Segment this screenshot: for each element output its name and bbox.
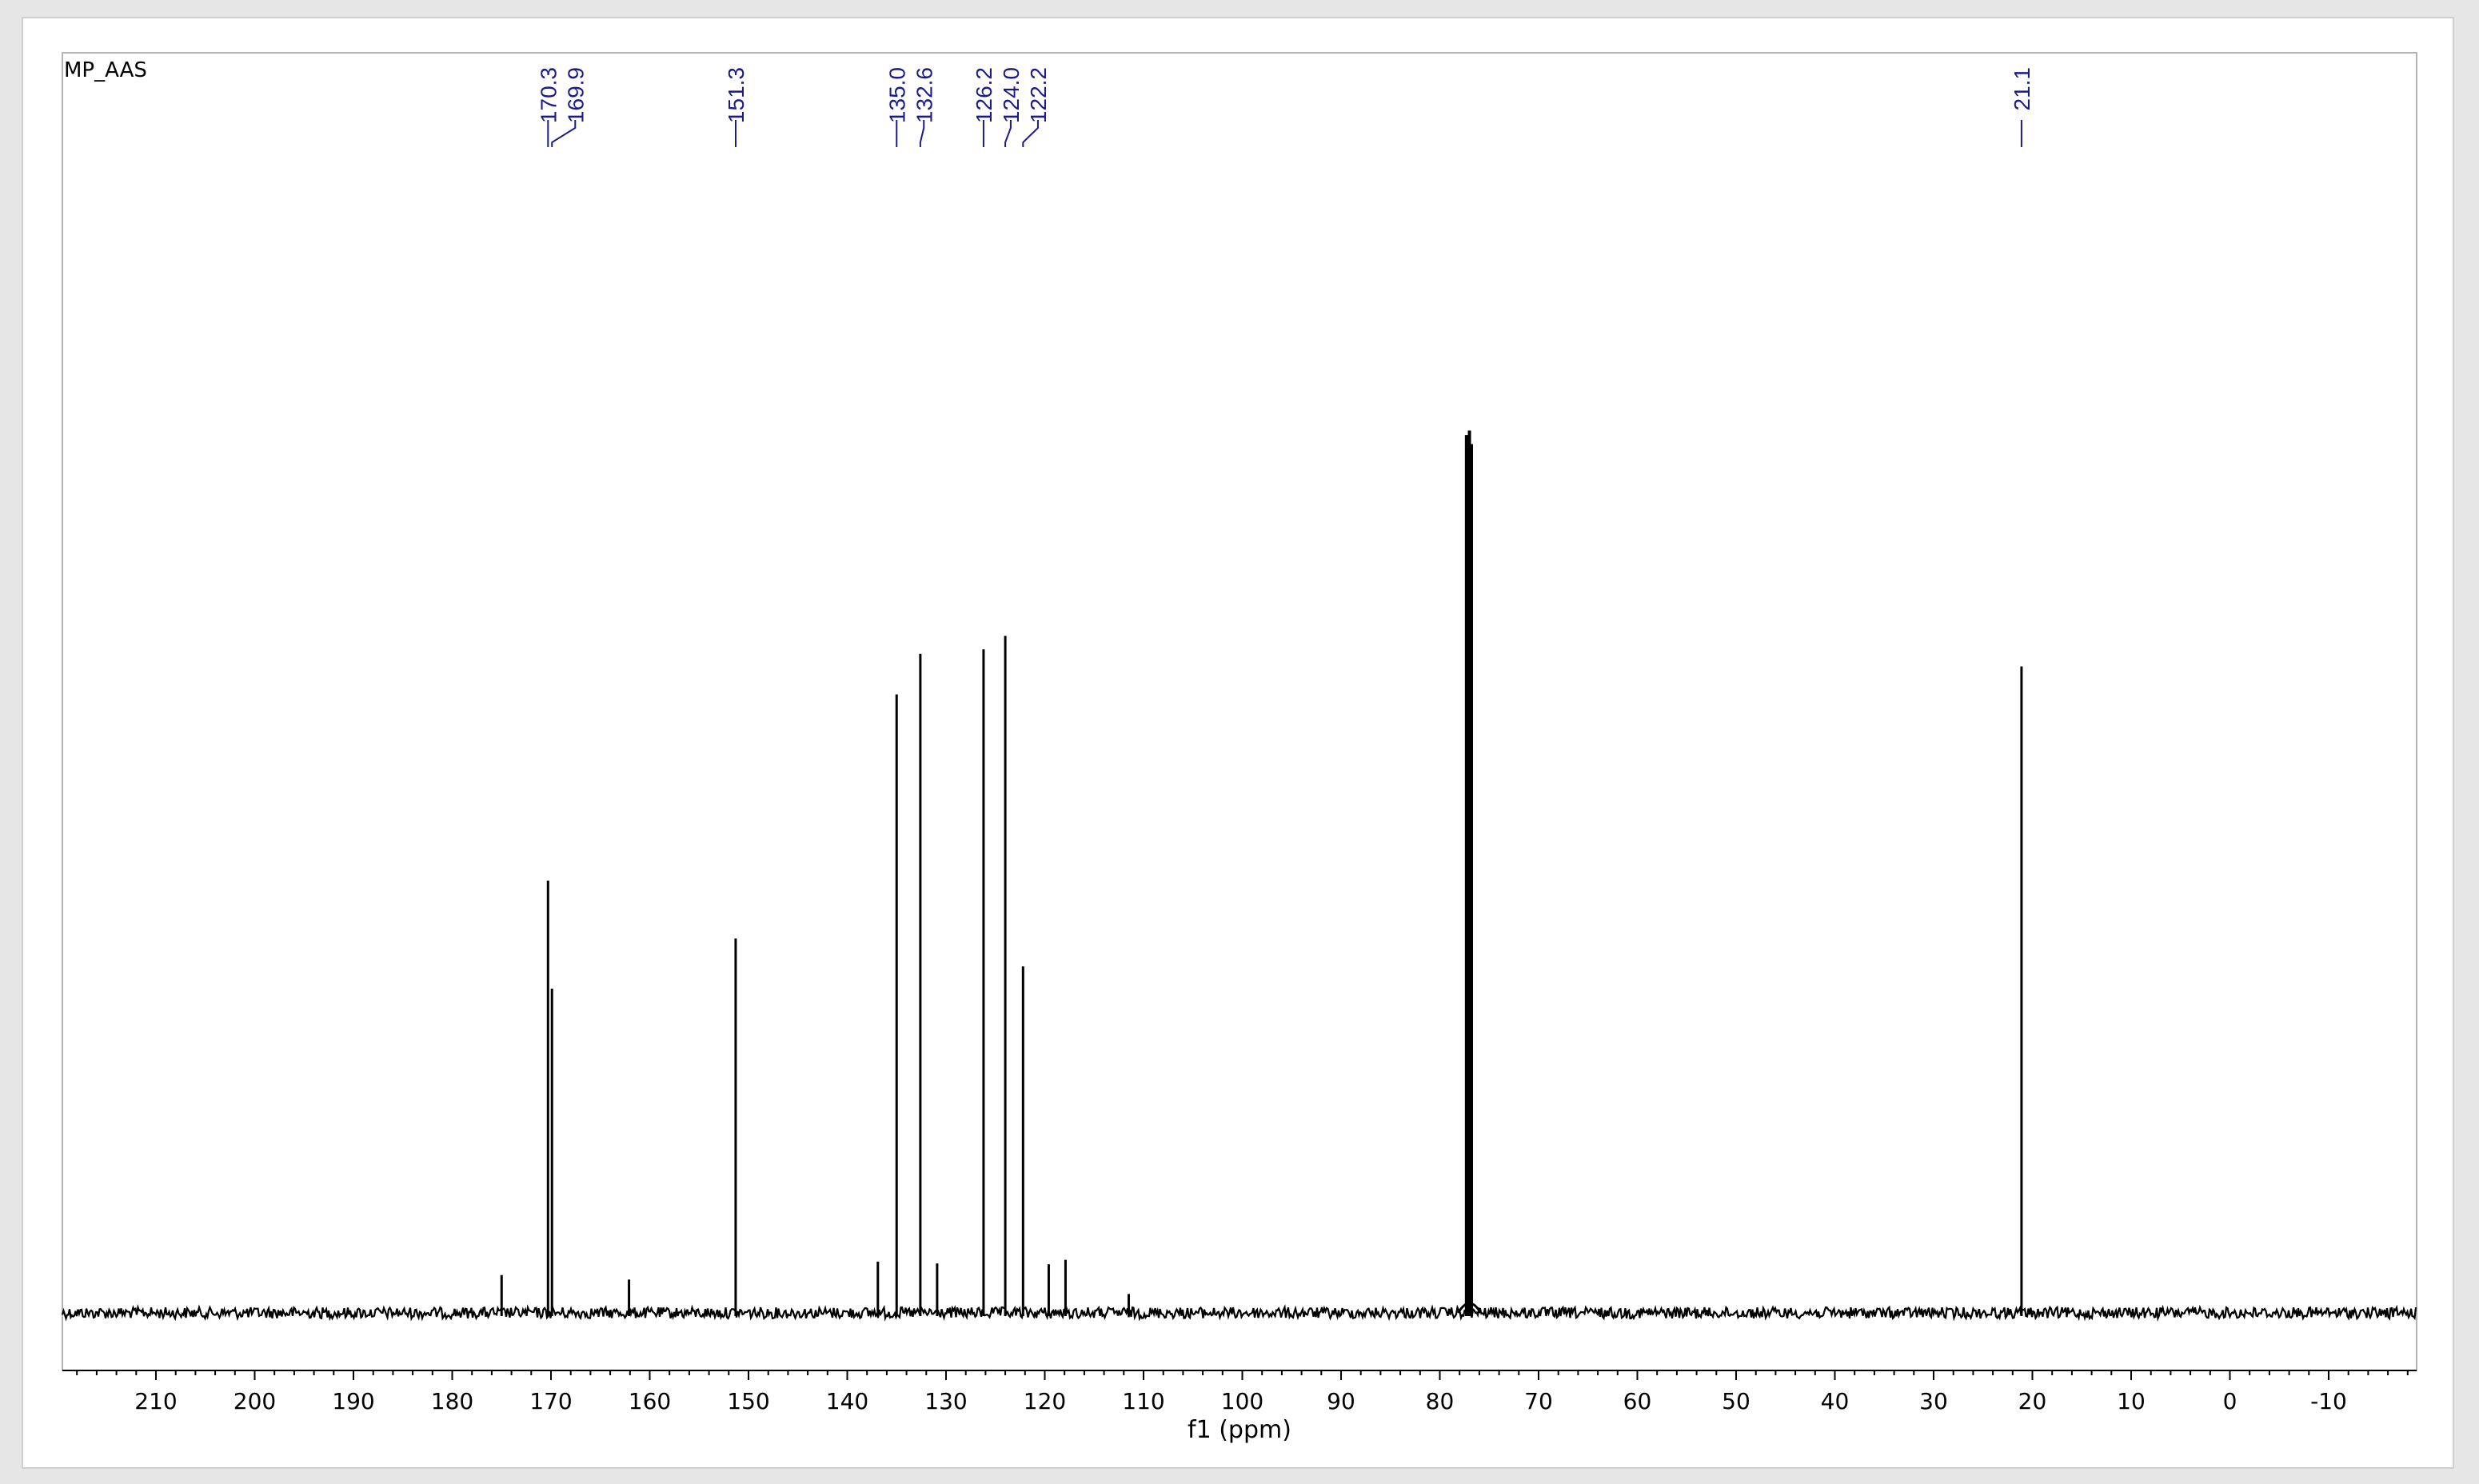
x-tick-label: 90: [1327, 1388, 1355, 1414]
x-tick-label: 30: [1919, 1388, 1948, 1414]
peak-label: 126.2: [972, 67, 996, 123]
peak-label: 124.0: [999, 67, 1024, 123]
x-tick-label: 100: [1221, 1388, 1263, 1414]
x-tick-label: 200: [234, 1388, 276, 1414]
x-tick-label: 60: [1623, 1388, 1652, 1414]
x-tick-label: 210: [134, 1388, 177, 1414]
x-tick-label: 20: [2018, 1388, 2047, 1414]
nmr-spectrum-chart: MP_AAS f1 (ppm) 210 200 190 180 170 160 150 140…: [22, 17, 2454, 1469]
x-tick-label: 150: [727, 1388, 769, 1414]
x-tick-label: 70: [1524, 1388, 1553, 1414]
peak-label: 132.6: [912, 67, 936, 123]
x-tick-label: 10: [2117, 1388, 2146, 1414]
x-tick-label: 0: [2223, 1388, 2237, 1414]
peak-label: 21.1: [2010, 67, 2034, 111]
x-tick-label: 120: [1024, 1388, 1066, 1414]
x-tick-label: 50: [1722, 1388, 1750, 1414]
x-axis-label: f1 (ppm): [1188, 1416, 1291, 1444]
peak-label: 170.3: [536, 67, 561, 123]
spectrum-title: MP_AAS: [64, 58, 147, 82]
peak-label: 122.2: [1026, 67, 1051, 123]
x-tick-label: 170: [529, 1388, 572, 1414]
x-tick-label: 130: [924, 1388, 967, 1414]
peak-label: 169.9: [563, 67, 588, 123]
spectrum-viewer: MP_AAS f1 (ppm) 210 200 190 180 170 160 150 140…: [0, 0, 2479, 1484]
peak-label: 135.0: [884, 67, 909, 123]
x-tick-label: 110: [1122, 1388, 1164, 1414]
x-tick-label: -10: [2310, 1388, 2347, 1414]
x-tick-label: 160: [629, 1388, 671, 1414]
x-tick-label: 40: [1821, 1388, 1850, 1414]
page-panel: [22, 17, 2454, 1469]
x-tick-label: 140: [826, 1388, 868, 1414]
peak-label: 151.3: [724, 67, 748, 123]
x-tick-label: 180: [431, 1388, 473, 1414]
x-tick-label: 80: [1426, 1388, 1455, 1414]
x-tick-label: 190: [332, 1388, 374, 1414]
